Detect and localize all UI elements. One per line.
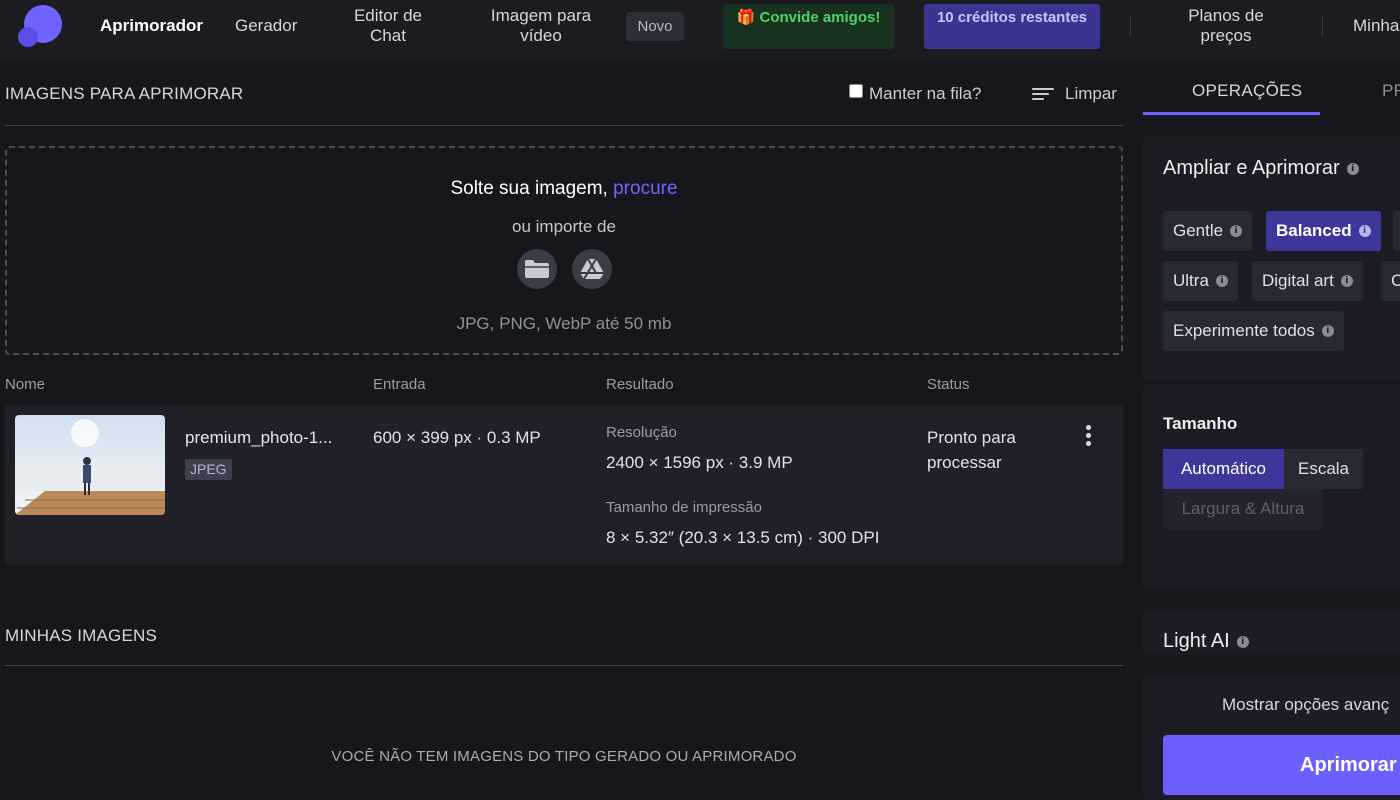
supported-formats-note: JPG, PNG, WebP até 50 mb xyxy=(456,314,672,333)
new-badge: Novo xyxy=(626,12,684,41)
input-dimensions: 600 × 399 px · 0.3 MP xyxy=(373,428,541,447)
mode-gentle[interactable]: Gentle i xyxy=(1163,211,1253,251)
image-dropzone[interactable]: Solte sua imagem, procure ou importe de … xyxy=(5,146,1123,355)
size-option-scale[interactable]: Escala xyxy=(1284,449,1363,489)
tab-operations[interactable]: OPERAÇÕES xyxy=(1192,81,1302,101)
clear-queue-button[interactable]: Limpar xyxy=(1032,84,1117,104)
dropzone-prompt: Solte sua imagem, procure xyxy=(450,178,678,199)
browse-link[interactable]: procure xyxy=(613,178,677,199)
dropzone-import-label: ou importe de xyxy=(512,217,616,236)
more-options-icon[interactable] xyxy=(1086,425,1092,447)
mode-try-all[interactable]: Experimente todos i xyxy=(1163,311,1344,351)
clear-queue-label: Limpar xyxy=(1065,84,1117,103)
clear-list-icon xyxy=(1032,87,1054,101)
my-images-title: MINHAS IMAGENS xyxy=(5,626,158,645)
mode-digital-art[interactable]: Digital art i xyxy=(1252,261,1363,301)
tab-presets[interactable]: PR xyxy=(1382,81,1400,101)
mode-cut-off[interactable]: C xyxy=(1381,261,1400,301)
column-header-status: Status xyxy=(927,376,970,393)
empty-state-message: VOCÊ NÃO TEM IMAGENS DO TIPO GERADO OU A… xyxy=(331,748,797,765)
enhance-button[interactable]: Aprimorar xyxy=(1163,735,1400,795)
result-resolution: 2400 × 1596 px · 3.9 MP xyxy=(606,453,793,472)
status-text: Pronto para processar xyxy=(927,428,1016,472)
nav-chat-editor[interactable]: Editor de Chat xyxy=(348,6,428,46)
column-header-result: Resultado xyxy=(606,376,674,393)
info-icon[interactable]: i xyxy=(1358,225,1371,237)
nav-divider xyxy=(1322,16,1323,36)
print-size-label: Tamanho de impressão xyxy=(606,499,762,516)
mode-balanced[interactable]: Balanced i xyxy=(1266,211,1381,251)
top-navigation-bar: Aprimorador Gerador Editor de Chat Image… xyxy=(0,0,1400,60)
active-tab-indicator xyxy=(1143,112,1320,115)
app-logo[interactable] xyxy=(18,5,62,49)
size-option-auto[interactable]: Automático xyxy=(1163,449,1284,489)
show-advanced-options[interactable]: Mostrar opções avanç xyxy=(1222,695,1389,715)
image-thumbnail xyxy=(15,415,165,515)
my-images-divider xyxy=(5,665,1123,666)
light-ai-title: Light AI i xyxy=(1163,630,1249,653)
nav-enhancer[interactable]: Aprimorador xyxy=(100,16,203,36)
keep-in-queue-toggle[interactable]: Manter na fila? xyxy=(849,84,981,104)
info-icon[interactable]: i xyxy=(1340,275,1353,287)
column-header-name: Nome xyxy=(5,376,46,393)
size-option-width-height: Largura & Altura xyxy=(1163,489,1323,529)
size-panel-title: Tamanho xyxy=(1163,414,1238,433)
upscale-panel-title: Ampliar e Aprimorar i xyxy=(1163,157,1359,180)
info-icon[interactable]: i xyxy=(1321,325,1334,337)
file-name: premium_photo-1... xyxy=(185,428,333,447)
column-header-input: Entrada xyxy=(373,376,426,393)
print-size-value: 8 × 5.32″ (20.3 × 13.5 cm) · 300 DPI xyxy=(606,528,880,547)
nav-generator[interactable]: Gerador xyxy=(235,16,297,36)
google-drive-icon[interactable] xyxy=(572,249,612,289)
mode-hidden[interactable] xyxy=(1393,211,1400,251)
queue-section-title: IMAGENS PARA APRIMORAR xyxy=(5,84,244,103)
nav-my-account[interactable]: Minha xyxy=(1353,16,1399,36)
keep-in-queue-label: Manter na fila? xyxy=(869,84,982,103)
info-icon[interactable]: i xyxy=(1236,635,1249,648)
nav-image-to-video[interactable]: Imagem para vídeo xyxy=(480,6,602,46)
info-icon[interactable]: i xyxy=(1215,275,1228,287)
nav-pricing[interactable]: Planos de preços xyxy=(1176,6,1276,46)
info-icon[interactable]: i xyxy=(1230,225,1243,237)
queue-divider xyxy=(5,125,1123,126)
file-type-badge: JPEG xyxy=(185,459,232,480)
info-icon[interactable]: i xyxy=(1346,162,1359,175)
invite-friends-button[interactable]: 🎁 Convide amigos! xyxy=(723,4,894,49)
table-row[interactable]: premium_photo-1... JPEG 600 × 399 px · 0… xyxy=(5,405,1123,565)
resolution-label: Resolução xyxy=(606,424,677,441)
folder-icon[interactable] xyxy=(517,249,557,289)
credits-remaining-button[interactable]: 10 créditos restantes xyxy=(924,4,1100,49)
mode-ultra[interactable]: Ultra i xyxy=(1163,261,1238,301)
keep-in-queue-checkbox[interactable] xyxy=(849,84,863,98)
nav-divider xyxy=(1130,16,1131,36)
